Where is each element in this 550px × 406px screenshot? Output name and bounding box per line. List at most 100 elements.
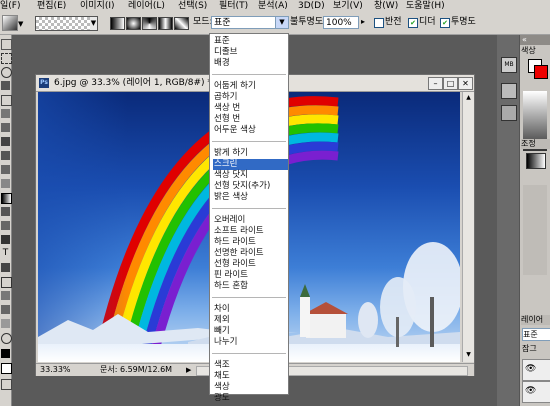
blend-mode-option[interactable]: 핀 라이트 xyxy=(213,270,288,281)
blend-mode-option[interactable]: 하드 라이트 xyxy=(213,237,288,248)
blur-tool-icon[interactable] xyxy=(1,207,10,216)
reflected-gradient-button[interactable] xyxy=(158,17,173,30)
foreground-color-swatch[interactable] xyxy=(1,349,10,358)
blend-mode-option[interactable]: 채도 xyxy=(213,371,288,382)
tab-layers[interactable]: 레이어 xyxy=(521,315,550,325)
tab-adjust[interactable]: 조정 xyxy=(521,139,550,149)
3d-camera-icon[interactable] xyxy=(1,305,10,314)
zoom-tool-icon[interactable] xyxy=(1,333,12,344)
eraser-tool-icon[interactable] xyxy=(1,179,10,188)
menu-3d[interactable]: 3D(D) xyxy=(298,0,325,12)
menu-select[interactable]: 선택(S) xyxy=(178,0,207,12)
blend-mode-option[interactable]: 선형 번 xyxy=(213,114,288,125)
angle-gradient-button[interactable] xyxy=(142,17,157,30)
blend-mode-option[interactable]: 어두운 색상 xyxy=(213,125,288,136)
eye-icon[interactable]: 👁 xyxy=(525,386,536,396)
maximize-button[interactable]: □ xyxy=(443,77,458,90)
menu-window[interactable]: 창(W) xyxy=(374,0,398,12)
panel-collapse-bar[interactable]: « xyxy=(520,35,550,45)
reverse-checkbox[interactable] xyxy=(374,18,384,28)
zoom-level[interactable]: 33.33% xyxy=(40,364,71,376)
clone-stamp-icon[interactable] xyxy=(1,151,10,160)
eyedropper-icon[interactable] xyxy=(1,109,10,118)
menu-edit[interactable]: 편집(E) xyxy=(37,0,66,12)
blend-mode-option[interactable]: 하드 혼합 xyxy=(213,281,288,292)
mode-select[interactable]: 표준 ▼ xyxy=(211,16,289,29)
blend-mode-option[interactable]: 배경 xyxy=(213,58,288,69)
path-selection-icon[interactable] xyxy=(1,263,10,272)
menu-help[interactable]: 도움말(H) xyxy=(406,0,445,12)
blend-mode-option[interactable]: 제외 xyxy=(213,315,288,326)
blend-mode-option[interactable]: 빼기 xyxy=(213,326,288,337)
blend-mode-option[interactable]: 선명한 라이트 xyxy=(213,248,288,259)
menu-view[interactable]: 보기(V) xyxy=(333,0,363,12)
blend-mode-option[interactable]: 곱하기 xyxy=(213,92,288,103)
menu-image[interactable]: 이미지(I) xyxy=(80,0,115,12)
blend-mode-option[interactable]: 선형 라이트 xyxy=(213,259,288,270)
status-arrow-icon[interactable]: ▶ xyxy=(186,364,191,376)
blend-mode-option[interactable]: 차이 xyxy=(213,304,288,315)
scroll-up-icon[interactable]: ▲ xyxy=(464,94,473,103)
adjust-gradient-icon[interactable] xyxy=(526,153,546,169)
blend-mode-option[interactable]: 소프트 라이트 xyxy=(213,226,288,237)
healing-brush-icon[interactable] xyxy=(1,123,10,132)
vertical-scrollbar[interactable]: ▲ ▼ xyxy=(462,92,474,362)
tab-color[interactable]: 색상 xyxy=(521,46,550,56)
shape-tool-icon[interactable] xyxy=(1,277,12,288)
blend-mode-option[interactable]: 광도 xyxy=(213,393,288,404)
layer-blend-select[interactable]: 표준 xyxy=(522,328,550,341)
linear-gradient-button[interactable] xyxy=(110,17,125,30)
blend-mode-option[interactable]: 밝은 색상 xyxy=(213,192,288,203)
dither-checkbox[interactable]: ✔ xyxy=(408,18,418,28)
lasso-tool-icon[interactable] xyxy=(1,67,12,78)
gradient-tool-icon[interactable] xyxy=(2,15,18,31)
blend-mode-option[interactable]: 색조 xyxy=(213,360,288,371)
crop-tool-icon[interactable] xyxy=(1,95,12,106)
eye-icon[interactable]: 👁 xyxy=(525,364,536,374)
layer-row[interactable]: 👁 xyxy=(522,359,550,381)
dodge-tool-icon[interactable] xyxy=(1,221,10,230)
quick-mask-icon[interactable] xyxy=(1,379,12,390)
tool-preset-arrow-icon[interactable]: ▼ xyxy=(18,20,23,28)
blend-mode-option[interactable]: 나누기 xyxy=(213,337,288,348)
radial-gradient-button[interactable] xyxy=(126,17,141,30)
transparency-checkbox[interactable]: ✔ xyxy=(440,18,450,28)
scroll-down-icon[interactable]: ▼ xyxy=(464,351,473,360)
layer-row[interactable]: 👁 xyxy=(522,381,550,403)
type-tool-icon[interactable]: T xyxy=(1,249,10,258)
blend-mode-option[interactable]: 밝게 하기 xyxy=(213,148,288,159)
actions-icon[interactable] xyxy=(501,105,517,121)
3d-tool-icon[interactable] xyxy=(1,291,10,300)
opacity-input[interactable]: 100% xyxy=(323,16,359,29)
blend-mode-option[interactable]: 색상 번 xyxy=(213,103,288,114)
marquee-tool-icon[interactable] xyxy=(1,53,12,64)
color-swatch-red[interactable] xyxy=(534,65,548,79)
blend-mode-option[interactable]: 선형 닷지(추가) xyxy=(213,181,288,192)
blend-mode-option[interactable]: 표준 xyxy=(213,36,288,47)
blend-mode-option[interactable]: 디졸브 xyxy=(213,47,288,58)
gradient-tool-active-icon[interactable] xyxy=(1,193,12,204)
minimize-button[interactable]: – xyxy=(428,77,443,90)
gradient-picker-dropdown-icon[interactable]: ▼ xyxy=(90,16,98,31)
mini-bridge-icon[interactable]: MB xyxy=(501,57,517,73)
history-icon[interactable] xyxy=(501,83,517,99)
opacity-arrow-icon[interactable]: ▸ xyxy=(361,17,365,26)
diamond-gradient-button[interactable] xyxy=(174,17,189,30)
hand-tool-icon[interactable] xyxy=(1,319,10,328)
background-color-swatch[interactable] xyxy=(1,363,12,374)
brush-tool-icon[interactable] xyxy=(1,137,10,146)
gradient-picker[interactable] xyxy=(35,16,92,31)
move-tool-icon[interactable] xyxy=(1,39,12,50)
close-button[interactable]: ✕ xyxy=(458,77,473,90)
blend-mode-option[interactable]: 스크린 xyxy=(213,159,288,170)
magic-wand-icon[interactable] xyxy=(1,81,10,90)
menu-file[interactable]: 일(F) xyxy=(0,0,20,12)
blend-mode-option[interactable]: 오버레이 xyxy=(213,215,288,226)
history-brush-icon[interactable] xyxy=(1,165,10,174)
menu-layer[interactable]: 레이어(L) xyxy=(128,0,165,12)
blend-mode-option[interactable]: 어둡게 하기 xyxy=(213,81,288,92)
menu-analysis[interactable]: 분석(A) xyxy=(258,0,288,12)
pen-tool-icon[interactable] xyxy=(1,235,10,244)
blend-mode-option[interactable]: 색상 xyxy=(213,382,288,393)
menu-filter[interactable]: 필터(T) xyxy=(219,0,248,12)
